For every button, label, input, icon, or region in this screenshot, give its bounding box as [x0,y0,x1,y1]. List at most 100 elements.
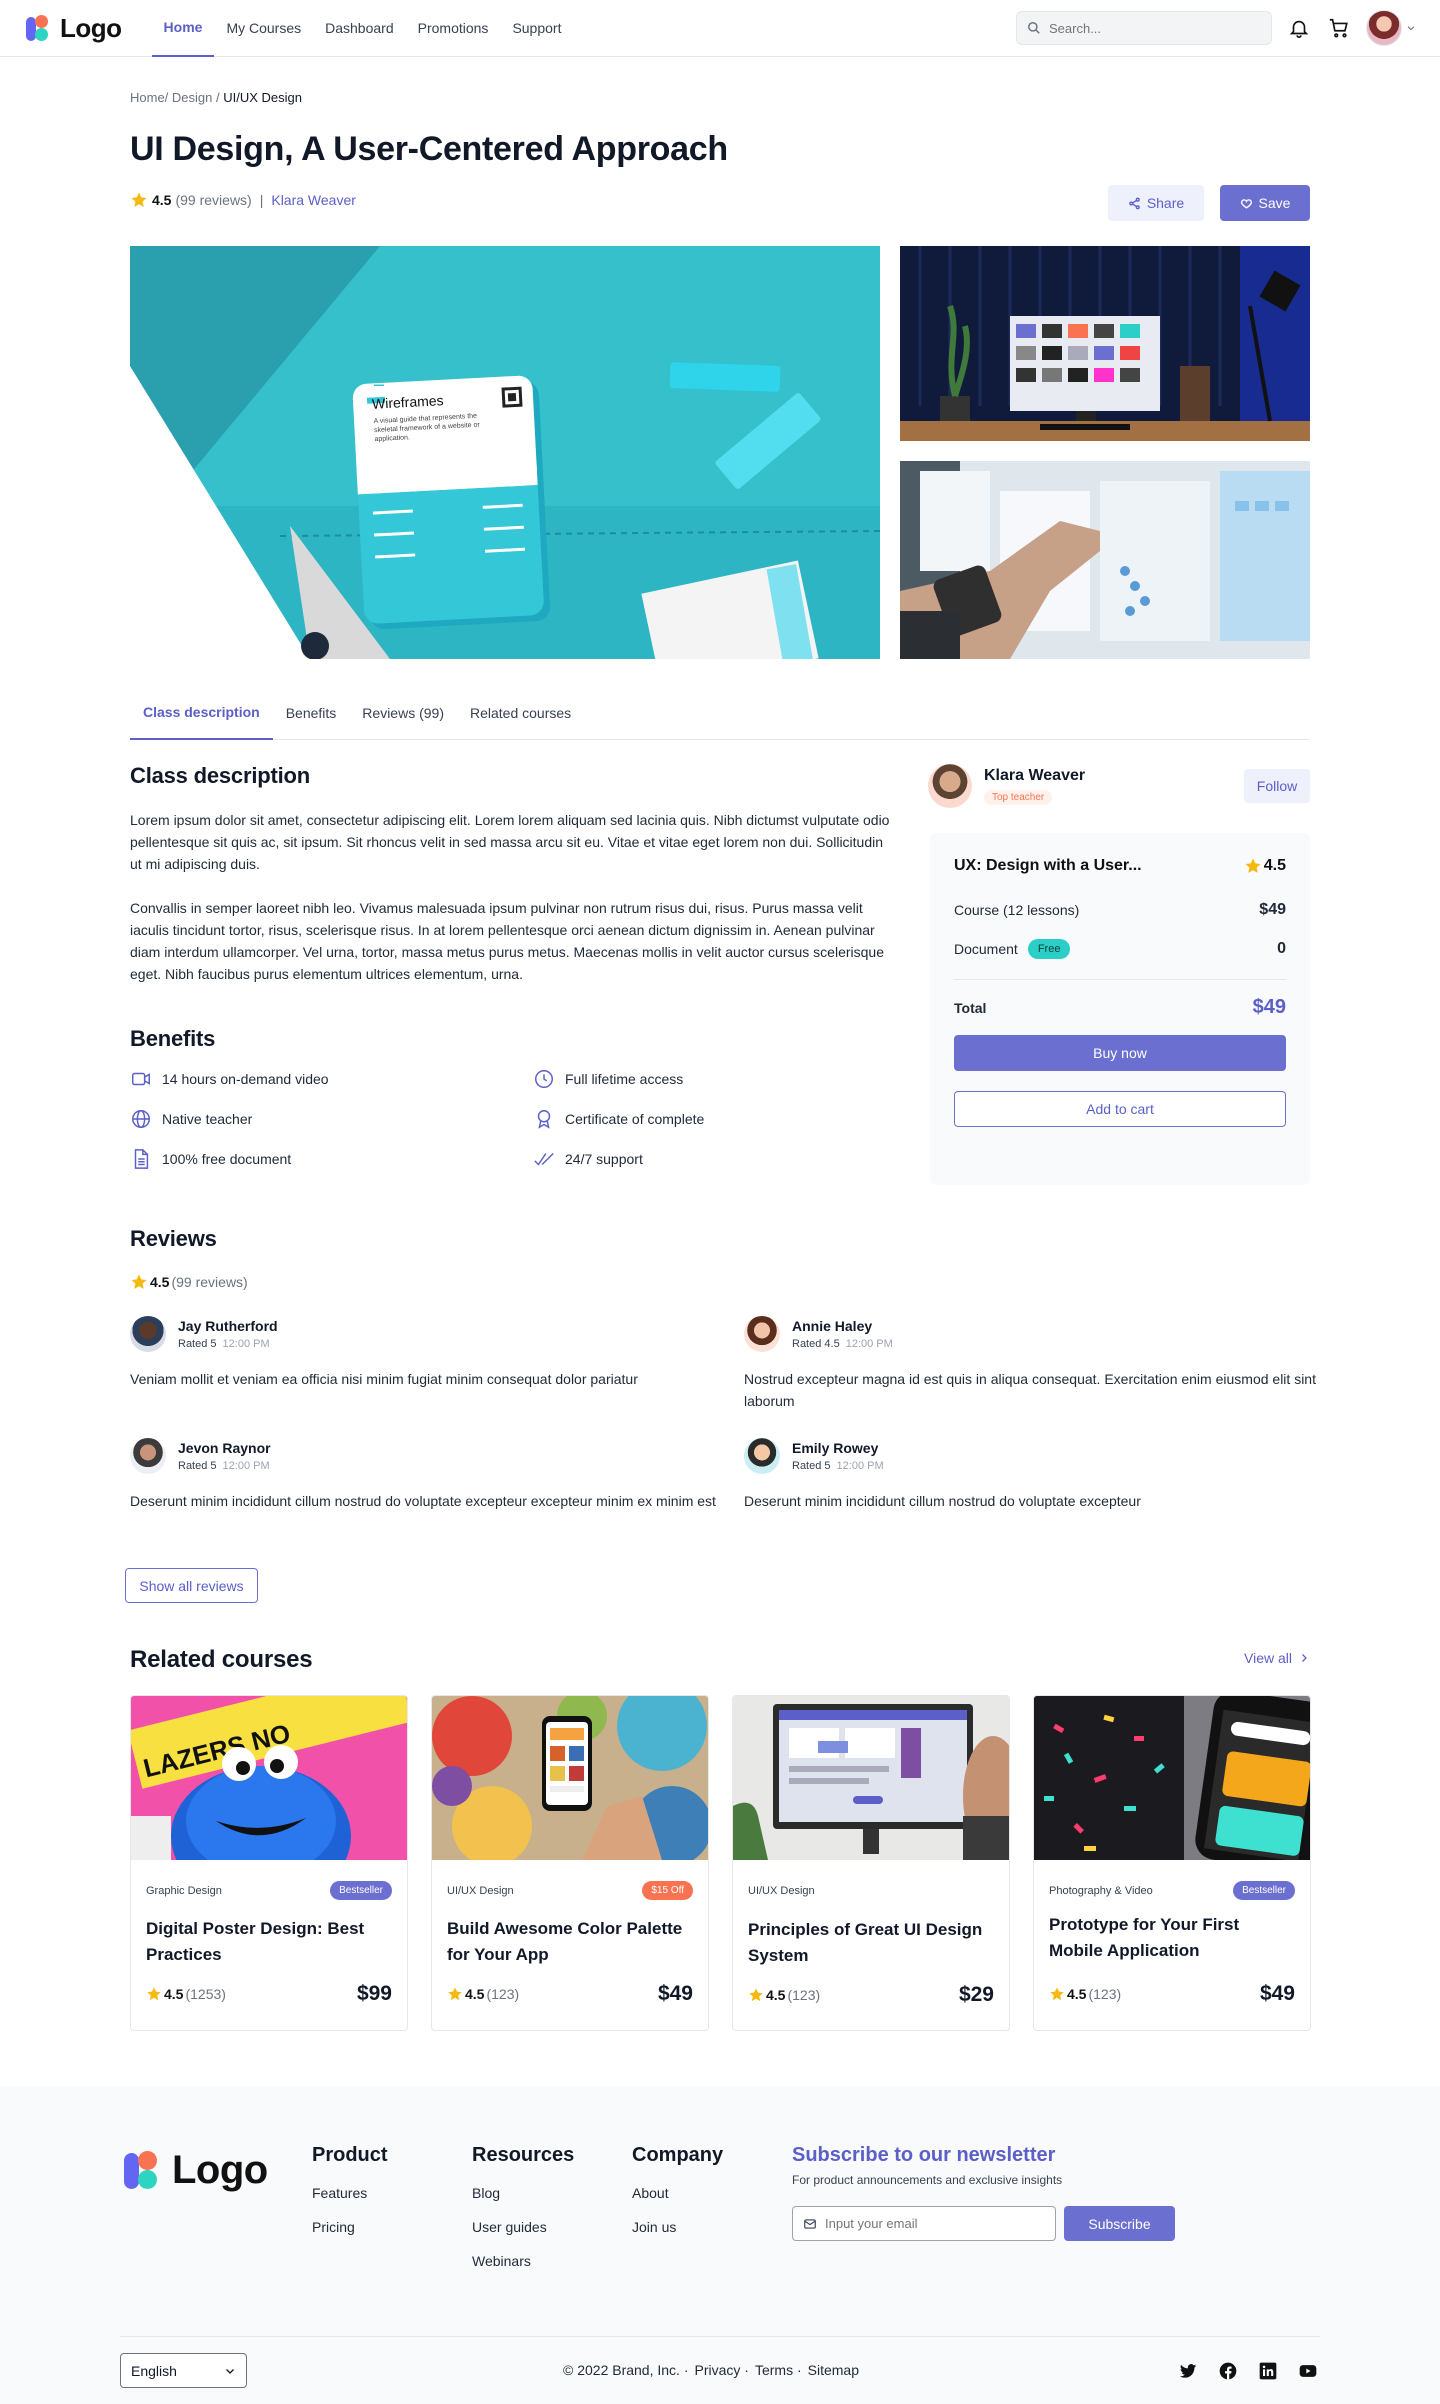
privacy-link[interactable]: Privacy · [695,2362,749,2378]
search-input[interactable] [1049,20,1249,36]
teacher-name[interactable]: Klara Weaver [984,767,1085,785]
footer-link-pricing[interactable]: Pricing [312,2219,388,2235]
benefit-item: 24/7 support [533,1148,936,1170]
course-card[interactable]: LAZERS NO Graphic Design Bestseller Digi… [130,1695,408,2031]
gallery-main-image[interactable]: ▬▬ Wireframes A visual guide that repres… [130,246,880,659]
course-author-link[interactable]: Klara Weaver [271,192,356,208]
nav-link-home[interactable]: Home [151,0,215,57]
youtube-link[interactable] [1296,2359,1320,2383]
mail-icon [804,2218,816,2229]
course-card-footer: 4.5 (1253) $99 [146,1982,392,2006]
footer-link-blog[interactable]: Blog [472,2185,574,2201]
chevron-right-icon [1302,1654,1307,1662]
nav-link-support[interactable]: Support [500,0,573,57]
chevron-down-icon [1407,26,1415,31]
review-text: Deserunt minim incididunt cillum nostrud… [130,1493,716,1509]
review-time: 12:00 PM [222,1460,270,1472]
nav-link-promotions[interactable]: Promotions [406,0,501,57]
email-input[interactable] [825,2216,1045,2231]
course-rating: 4.5 (1253) [146,1986,226,2002]
benefits-list: 14 hours on-demand video Full lifetime a… [130,1068,950,1170]
pricing-course-row: Course (12 lessons) $49 [954,901,1286,919]
nav-links: Home My Courses Dashboard Promotions Sup… [151,0,574,57]
course-rating-count: (123) [486,1986,520,2002]
benefit-label: Full lifetime access [565,1071,684,1087]
tab-related-courses[interactable]: Related courses [457,686,584,740]
review-text: Deserunt minim incididunt cillum nostrud… [744,1493,1141,1509]
footer-resources-title: Resources [472,2144,575,2166]
terms-link[interactable]: Terms · [755,2362,802,2378]
pricing-header: UX: Design with a User... 4.5 [954,857,1286,875]
page-title: UI Design, A User-Centered Approach [130,130,728,168]
linkedin-icon [1259,2362,1277,2380]
course-review-count: (99 reviews) [175,192,252,208]
wireframe-card-tag: ▬▬ [374,382,384,388]
tab-benefits[interactable]: Benefits [273,686,350,740]
add-to-cart-button[interactable]: Add to cart [954,1091,1286,1127]
language-select[interactable]: English [120,2353,247,2388]
twitter-link[interactable] [1176,2359,1200,2383]
review-header: Jay Rutherford Rated 5 12:00 PM [130,1316,720,1352]
save-button[interactable]: Save [1220,185,1310,221]
search-icon [1028,22,1040,34]
reviews-summary: 4.5 (99 reviews) [130,1273,1310,1291]
sitemap-link[interactable]: Sitemap [808,2362,859,2378]
gallery-desk-image[interactable] [900,246,1310,441]
total-price: $49 [1252,996,1286,1018]
nav-link-my-courses[interactable]: My Courses [214,0,313,57]
logo[interactable]: Logo [24,13,122,44]
course-card[interactable]: UI/UX Design Principles of Great UI Desi… [732,1695,1010,2031]
pricing-course-name: UX: Design with a User... [954,857,1142,874]
breadcrumb-separator: / [212,90,224,105]
footer-link-join-us[interactable]: Join us [632,2219,723,2235]
course-price: $49 [1259,1982,1295,2005]
breadcrumb-home[interactable]: Home/ [130,90,168,105]
save-label: Save [1258,195,1291,211]
nav-link-dashboard[interactable]: Dashboard [313,0,406,57]
footer-link-features[interactable]: Features [312,2185,388,2201]
review-text: Veniam mollit et veniam ea officia nisi … [130,1371,638,1387]
follow-button[interactable]: Follow [1244,769,1310,803]
share-button[interactable]: Share [1108,185,1204,221]
benefit-item: 100% free document [130,1148,533,1170]
footer-link-webinars[interactable]: Webinars [472,2253,574,2269]
cart-button[interactable] [1326,15,1352,41]
gallery-wireframe-wall-image[interactable] [900,461,1310,659]
reviewer-avatar [130,1438,166,1474]
breadcrumb-design[interactable]: Design [168,90,212,105]
course-card[interactable]: Photography & Video Bestseller Prototype… [1033,1695,1311,2031]
course-rating: 4.5 [152,192,172,208]
top-teacher-badge: Top teacher [984,790,1053,805]
description-paragraph-1: Lorem ipsum dolor sit amet, consectetur … [130,812,890,872]
reviewer-info: Jevon Raynor Rated 5 12:00 PM [178,1440,271,1472]
tab-class-description[interactable]: Class description [130,686,273,740]
buy-now-button[interactable]: Buy now [954,1035,1286,1071]
course-card[interactable]: UI/UX Design $15 Off Build Awesome Color… [431,1695,709,2031]
footer-link-about[interactable]: About [632,2185,723,2201]
linkedin-link[interactable] [1256,2359,1280,2383]
teacher-avatar[interactable] [928,764,972,808]
notification-button[interactable] [1286,15,1312,41]
user-menu[interactable] [1366,10,1416,46]
footer-link-user-guides[interactable]: User guides [472,2219,574,2235]
view-all-link[interactable]: View all [1244,1650,1310,1666]
show-all-reviews-button[interactable]: Show all reviews [125,1568,258,1603]
pricing-rating: 4.5 [1244,857,1286,875]
video-icon [132,1072,150,1086]
subscribe-button[interactable]: Subscribe [1064,2206,1175,2241]
document-label-group: Document Free [954,939,1071,959]
course-category: UI/UX Design [748,1885,815,1897]
newsletter-title: Subscribe to our newsletter [792,2144,1056,2166]
facebook-link[interactable] [1216,2359,1240,2383]
description-paragraph-2: Convallis in semper laoreet nibh leo. Vi… [130,900,884,982]
desk-monitor-photo [900,246,1310,441]
benefit-label: Certificate of complete [565,1111,705,1127]
footer-company-column: Company About Join us [632,2144,723,2235]
social-links [1176,2359,1320,2383]
footer-resources-column: Resources Blog User guides Webinars [472,2144,574,2269]
course-card-footer: 4.5 (123) $49 [447,1982,693,2006]
course-card-body: Photography & Video Bestseller Prototype… [1034,1865,1310,2022]
course-rating-value: 4.5 [465,1986,485,2002]
footer-logo[interactable]: Logo [122,2148,268,2193]
tab-reviews[interactable]: Reviews (99) [349,686,457,740]
